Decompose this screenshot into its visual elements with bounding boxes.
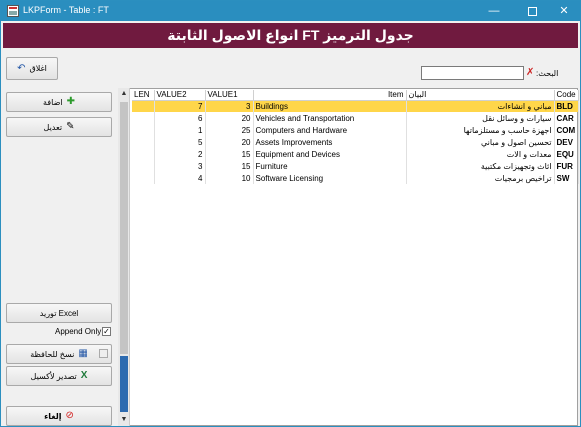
copy-option-checkbox[interactable]	[99, 349, 108, 358]
undo-arrow-icon: ↶	[17, 62, 26, 74]
cell-description: تحسين اصول و مباني	[406, 136, 555, 148]
vertical-scrollbar[interactable]: ▲ ▼	[118, 88, 130, 426]
cell-value1: 3	[205, 100, 254, 112]
table-row[interactable]: 3 15 Furniture اثاث وتجهيزات مكتبية FUR	[132, 160, 579, 172]
column-header-item[interactable]: Item	[253, 90, 407, 101]
cell-item: Assets Improvements	[253, 136, 407, 148]
pencil-icon: ✎	[66, 121, 75, 132]
maximize-icon	[527, 6, 537, 16]
scroll-up-arrow-icon[interactable]: ▲	[118, 88, 130, 100]
cell-value2: 4	[154, 172, 206, 184]
title-bar[interactable]: LKPForm - Table : FT — ✕	[1, 1, 580, 21]
cell-item: Vehicles and Transportation	[253, 112, 407, 124]
window-title: LKPForm - Table : FT	[23, 5, 109, 15]
cell-description: سيارات و وسائل نقل	[406, 112, 555, 124]
export-excel-button[interactable]: تصدير لأكسيل X	[6, 366, 112, 386]
lookup-table: LEN VALUE2 VALUE1 Item البيان Code 7 3 B…	[132, 90, 579, 184]
cell-value2: 6	[154, 112, 206, 124]
search-input[interactable]	[421, 66, 524, 80]
copy-to-portfolio-label: نسخ للحافظة	[30, 349, 75, 359]
clear-filter-icon[interactable]: ✗	[526, 67, 534, 78]
cell-item: Furniture	[253, 160, 407, 172]
cell-item: Buildings	[253, 100, 407, 112]
cell-value2: 2	[154, 148, 206, 160]
cell-description: تراخيص برمجيات	[406, 172, 555, 184]
table-row[interactable]: 6 20 Vehicles and Transportation سيارات …	[132, 112, 579, 124]
edit-button-label: تعديل	[43, 122, 63, 132]
table-copy-icon: ▦	[78, 348, 88, 359]
add-button[interactable]: اضافة ✚	[6, 92, 112, 112]
cell-value1: 15	[205, 148, 254, 160]
cell-code: EQU	[554, 148, 579, 160]
maximize-button[interactable]	[515, 1, 549, 21]
cell-value2: 7	[154, 100, 206, 112]
export-excel-label: تصدير لأكسيل	[30, 371, 77, 381]
column-header-value1[interactable]: VALUE1	[205, 90, 254, 101]
scroll-track[interactable]	[120, 356, 128, 412]
lkp-form-window: LKPForm - Table : FT — ✕ جدول الترميز FT…	[0, 0, 581, 427]
cell-len	[132, 148, 155, 160]
append-only-checkbox[interactable]: ✓	[102, 327, 111, 336]
cell-code: COM	[554, 124, 579, 136]
cancel-button[interactable]: إلغاء ⊘	[6, 406, 112, 426]
import-excel-label: توريد Excel	[39, 308, 79, 318]
table-row[interactable]: 7 3 Buildings مباني و انشاءات BLD	[132, 100, 579, 112]
cell-code: CAR	[554, 112, 579, 124]
cell-item: Software Licensing	[253, 172, 407, 184]
scroll-down-arrow-icon[interactable]: ▼	[118, 414, 130, 426]
close-window-button[interactable]: ✕	[547, 1, 581, 21]
cell-value1: 20	[205, 136, 254, 148]
edit-button[interactable]: تعديل ✎	[6, 117, 112, 137]
form-header-title: جدول الترميز FT انواع الاصول الثابتة	[3, 23, 578, 48]
table-row[interactable]: 1 25 Computers and Hardware اجهزة حاسب و…	[132, 124, 579, 136]
cell-description: معدات و الات	[406, 148, 555, 160]
cell-description: اجهزة حاسب و مستلزماتها	[406, 124, 555, 136]
app-icon	[7, 5, 19, 17]
cell-item: Computers and Hardware	[253, 124, 407, 136]
cell-len	[132, 172, 155, 184]
search-label: البحث:	[536, 69, 559, 78]
cell-len	[132, 136, 155, 148]
cell-code: FUR	[554, 160, 579, 172]
cell-value1: 20	[205, 112, 254, 124]
cell-code: SW	[554, 172, 579, 184]
minimize-button[interactable]: —	[477, 1, 511, 21]
cell-len	[132, 124, 155, 136]
table-row[interactable]: 4 10 Software Licensing تراخيص برمجيات S…	[132, 172, 579, 184]
cell-description: اثاث وتجهيزات مكتبية	[406, 160, 555, 172]
column-header-len[interactable]: LEN	[132, 90, 155, 101]
column-header-description[interactable]: البيان	[406, 90, 555, 101]
copy-to-portfolio-button[interactable]: نسخ للحافظة ▦	[6, 344, 112, 364]
plus-icon: ✚	[66, 96, 75, 107]
cell-description: مباني و انشاءات	[406, 100, 555, 112]
add-button-label: اضافة	[43, 97, 63, 107]
close-button[interactable]: ↶ اغلاق	[6, 57, 58, 80]
cell-len	[132, 160, 155, 172]
table-header-row: LEN VALUE2 VALUE1 Item البيان Code	[132, 90, 579, 101]
cell-code: BLD	[554, 100, 579, 112]
cell-value2: 1	[154, 124, 206, 136]
cell-value1: 15	[205, 160, 254, 172]
cell-len	[132, 100, 155, 112]
cell-value1: 10	[205, 172, 254, 184]
no-entry-icon: ⊘	[65, 410, 74, 421]
column-header-code[interactable]: Code	[554, 90, 579, 101]
excel-icon: X	[80, 370, 88, 381]
cancel-button-label: إلغاء	[44, 411, 62, 421]
cell-value2: 5	[154, 136, 206, 148]
table-row[interactable]: 2 15 Equipment and Devices معدات و الات …	[132, 148, 579, 160]
cell-value1: 25	[205, 124, 254, 136]
import-excel-button[interactable]: توريد Excel	[6, 303, 112, 323]
append-only-label: Append Only	[55, 327, 102, 336]
cell-item: Equipment and Devices	[253, 148, 407, 160]
cell-code: DEV	[554, 136, 579, 148]
table-row[interactable]: 5 20 Assets Improvements تحسين اصول و مب…	[132, 136, 579, 148]
cell-len	[132, 112, 155, 124]
close-button-label: اغلاق	[29, 64, 47, 73]
column-header-value2[interactable]: VALUE2	[154, 90, 206, 101]
cell-value2: 3	[154, 160, 206, 172]
scroll-thumb[interactable]	[120, 102, 128, 354]
